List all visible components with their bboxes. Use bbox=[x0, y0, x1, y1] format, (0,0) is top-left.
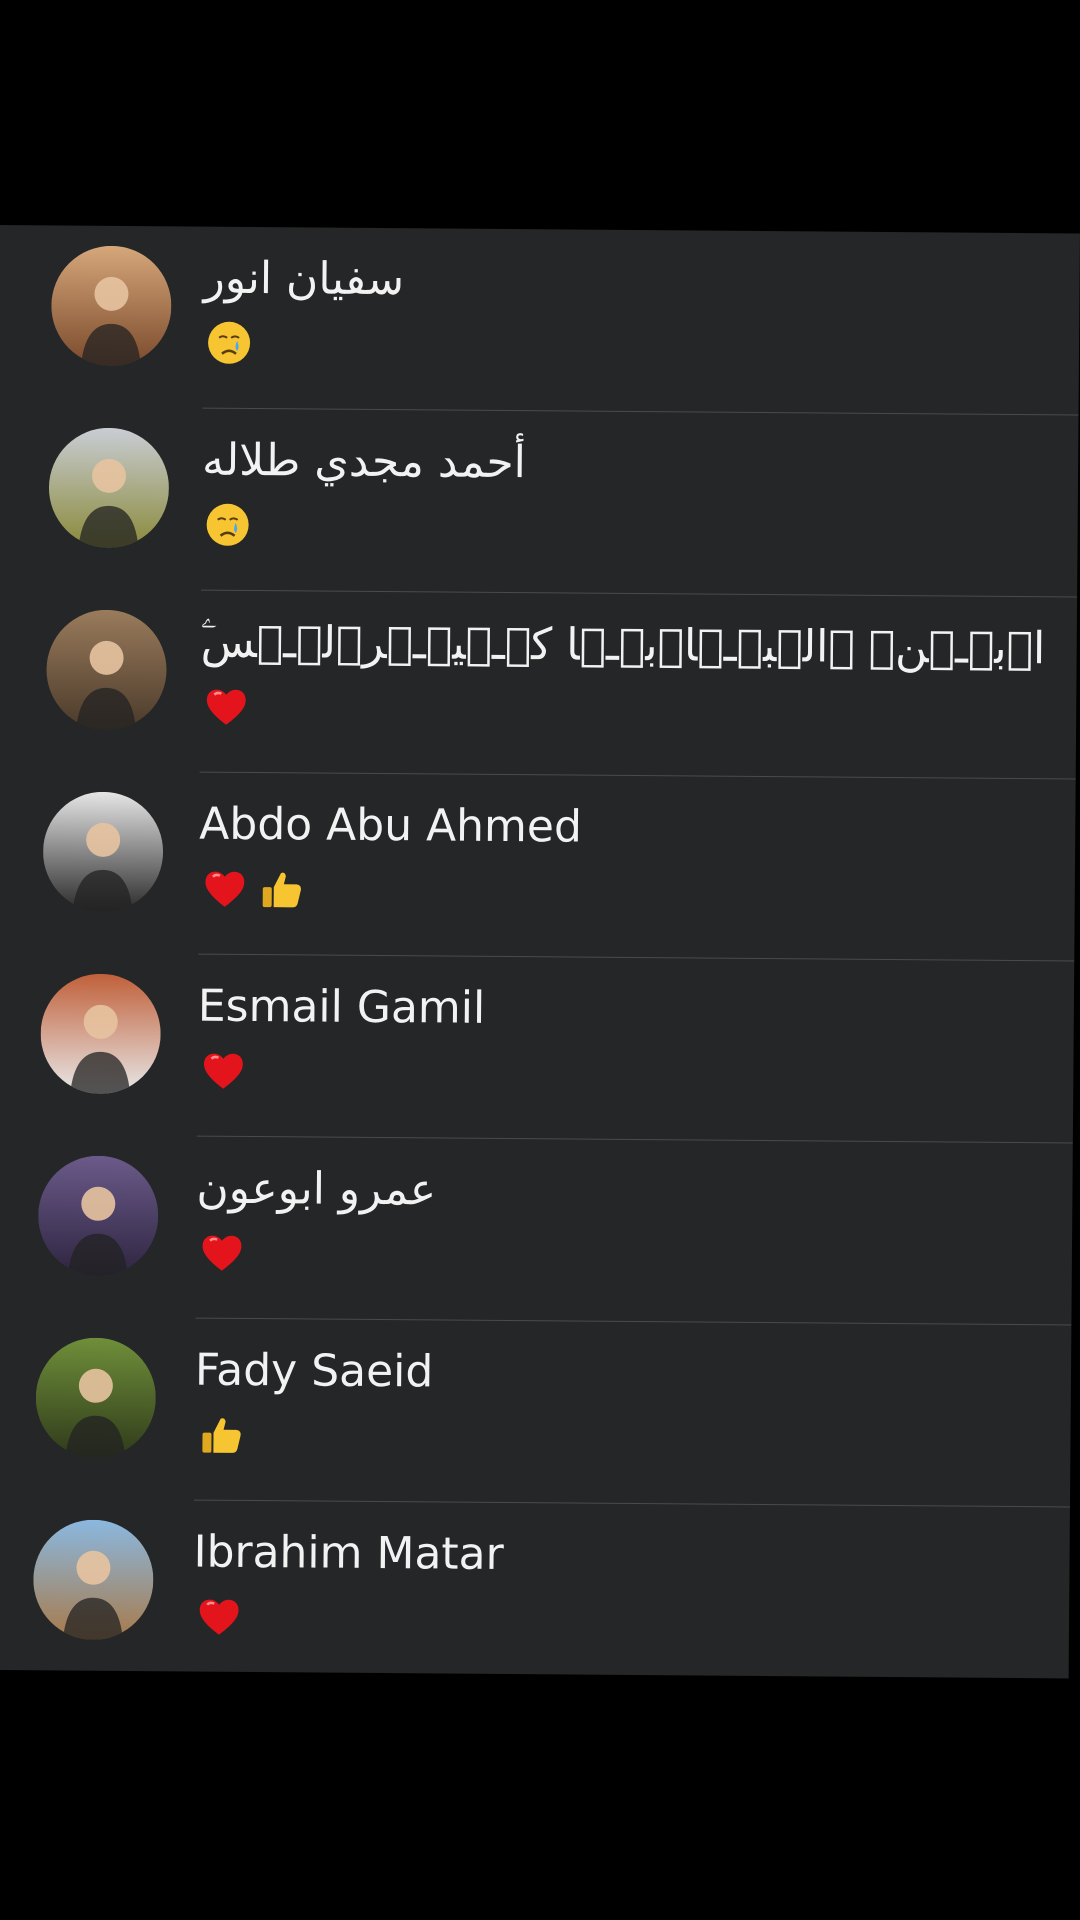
reaction-row[interactable]: Esmail Gamil bbox=[0, 953, 1074, 1144]
user-name[interactable]: Fady Saeid bbox=[195, 1345, 434, 1398]
avatar[interactable] bbox=[48, 427, 170, 549]
reaction-emojis bbox=[198, 1227, 246, 1279]
reaction-emojis bbox=[196, 1409, 244, 1461]
thumbs-up-icon bbox=[196, 1411, 244, 1459]
avatar[interactable] bbox=[50, 245, 172, 367]
user-name[interactable]: Ibrahim Matar bbox=[193, 1527, 504, 1580]
reaction-row[interactable]: سفيان انور bbox=[0, 225, 1080, 416]
red-heart-icon bbox=[202, 683, 250, 731]
reaction-row[interactable]: أحمد مجدي طلاله bbox=[0, 407, 1079, 598]
red-heart-icon bbox=[201, 865, 249, 913]
avatar[interactable] bbox=[37, 1155, 159, 1277]
reaction-emojis bbox=[195, 1591, 243, 1643]
red-heart-icon bbox=[195, 1593, 243, 1641]
user-name[interactable]: Esmail Gamil bbox=[198, 981, 486, 1034]
avatar[interactable] bbox=[45, 609, 167, 731]
reaction-row[interactable]: Fady Saeid bbox=[0, 1317, 1071, 1508]
user-name[interactable]: سفيان انور bbox=[203, 253, 404, 306]
reaction-emojis bbox=[201, 863, 305, 916]
reactions-panel: سفيان انور أحمد مجدي طلاله ۧاۛبۜـۨنۨ ۧال… bbox=[0, 225, 1080, 1679]
user-name[interactable]: Abdo Abu Ahmed bbox=[199, 799, 582, 853]
reaction-row[interactable]: عمرو ابوعون bbox=[0, 1135, 1073, 1326]
reaction-emojis bbox=[205, 317, 253, 369]
avatar[interactable] bbox=[35, 1337, 157, 1459]
reaction-emojis bbox=[203, 499, 251, 551]
user-name[interactable]: ۧاۛبۜـۨنۨ ۧالۛبۜـۨاۛبۜـۨا كۨـۧيۨـۧرۛلۨـۨ… bbox=[201, 617, 1046, 675]
user-name[interactable]: أحمد مجدي طلاله bbox=[202, 435, 526, 489]
avatar[interactable] bbox=[40, 973, 162, 1095]
reaction-row[interactable]: Ibrahim Matar bbox=[0, 1499, 1070, 1678]
thumbs-up-icon bbox=[257, 865, 305, 913]
red-heart-icon bbox=[199, 1047, 247, 1095]
crying-face-icon bbox=[205, 319, 253, 367]
reaction-row[interactable]: Abdo Abu Ahmed bbox=[0, 771, 1076, 962]
reaction-emojis bbox=[202, 681, 250, 733]
reactions-list: سفيان انور أحمد مجدي طلاله ۧاۛبۜـۨنۨ ۧال… bbox=[0, 225, 1080, 1641]
red-heart-icon bbox=[198, 1229, 246, 1277]
reaction-row[interactable]: ۧاۛبۜـۨنۨ ۧالۛبۜـۨاۛبۜـۨا كۨـۧيۨـۧرۛلۨـۨ… bbox=[0, 589, 1077, 780]
avatar[interactable] bbox=[43, 791, 164, 913]
crying-face-icon bbox=[203, 501, 251, 549]
user-name[interactable]: عمرو ابوعون bbox=[196, 1163, 436, 1216]
avatar[interactable] bbox=[32, 1519, 154, 1641]
reaction-emojis bbox=[199, 1045, 247, 1097]
